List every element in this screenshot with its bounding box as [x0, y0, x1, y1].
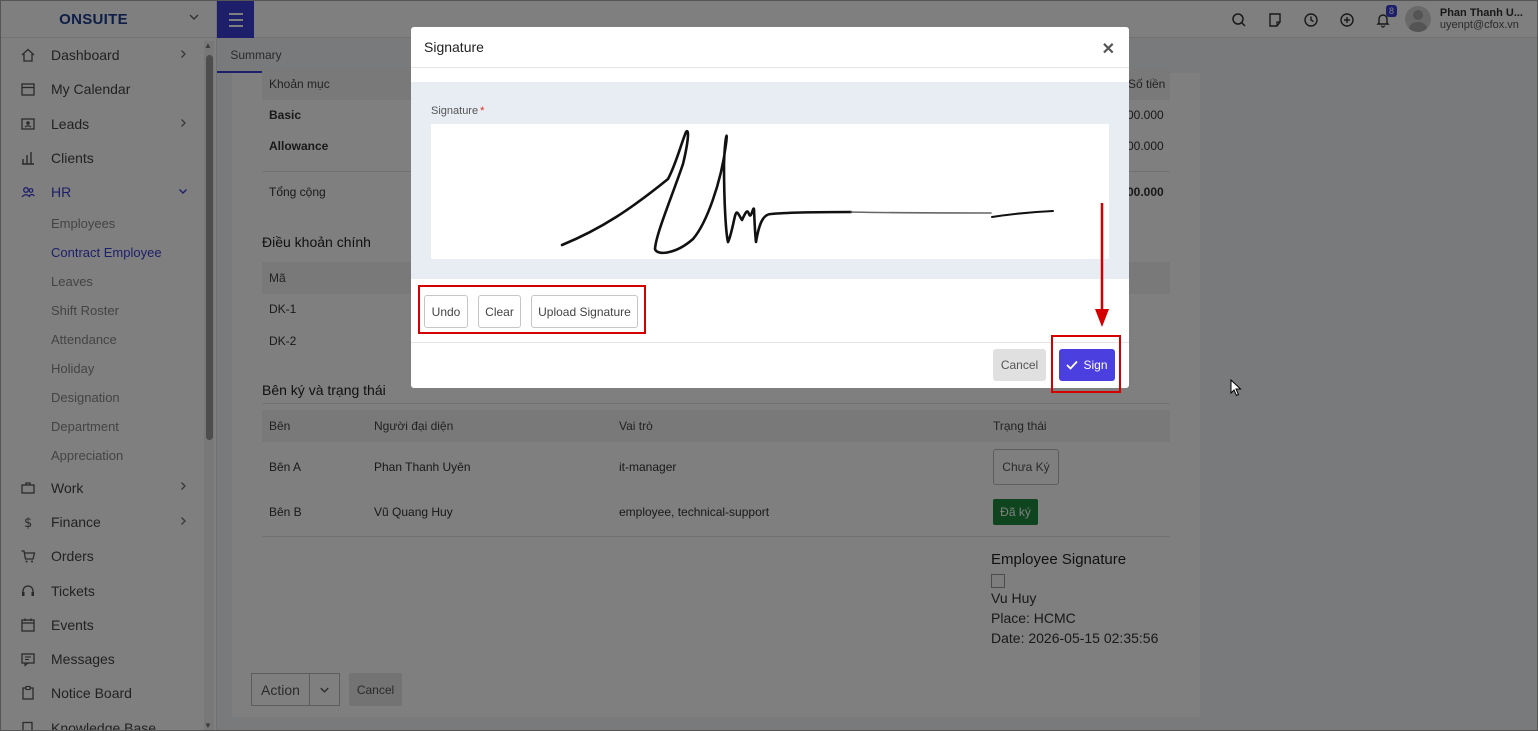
- annotation-highlight-buttons: [418, 285, 646, 334]
- app-window: ONSUITE DashboardMy CalendarLeadsClients…: [0, 0, 1538, 731]
- modal-header: Signature ✕: [411, 27, 1129, 68]
- annotation-arrow-icon: [1095, 203, 1109, 327]
- signature-field-area: Signature *: [411, 82, 1129, 279]
- signature-label-text: Signature: [431, 105, 479, 117]
- signature-drawing: [560, 129, 1054, 255]
- annotation-highlight-sign: [1051, 335, 1121, 393]
- signature-label: Signature *: [431, 105, 484, 117]
- cancel-button[interactable]: Cancel: [993, 349, 1046, 381]
- modal-footer-divider: [411, 342, 1129, 343]
- modal-title: Signature: [424, 39, 484, 55]
- mouse-cursor-icon: [1230, 379, 1242, 397]
- close-icon[interactable]: ✕: [1102, 39, 1115, 59]
- signature-pad[interactable]: [431, 124, 1109, 259]
- required-mark: *: [480, 105, 485, 117]
